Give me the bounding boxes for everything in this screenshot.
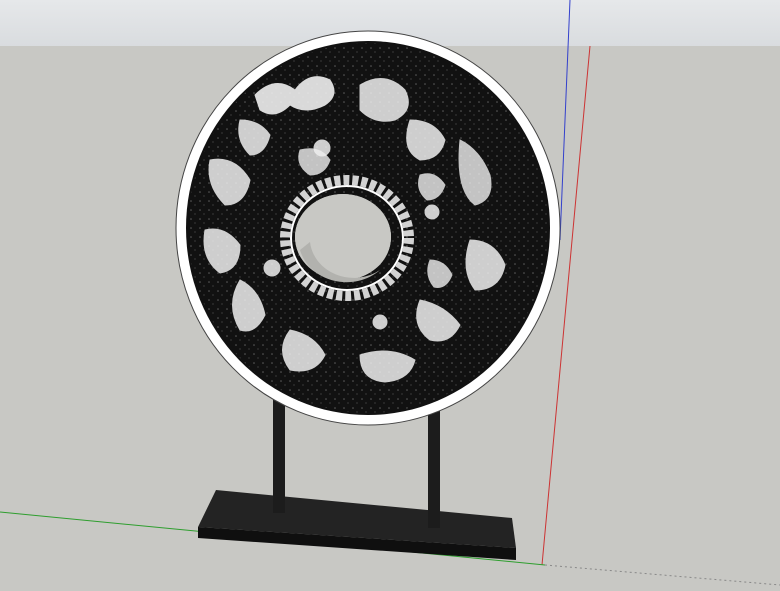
stand-post-left bbox=[273, 400, 285, 513]
scene-canvas bbox=[0, 0, 780, 586]
red-axis-line bbox=[541, 45, 591, 566]
disc-center-hole bbox=[295, 194, 391, 280]
ground-dotted-axis bbox=[544, 564, 780, 586]
blue-axis-line bbox=[559, 0, 571, 241]
3d-viewport[interactable] bbox=[0, 0, 780, 591]
jade-bi-disc bbox=[175, 30, 561, 426]
stand-post-right bbox=[428, 398, 440, 528]
